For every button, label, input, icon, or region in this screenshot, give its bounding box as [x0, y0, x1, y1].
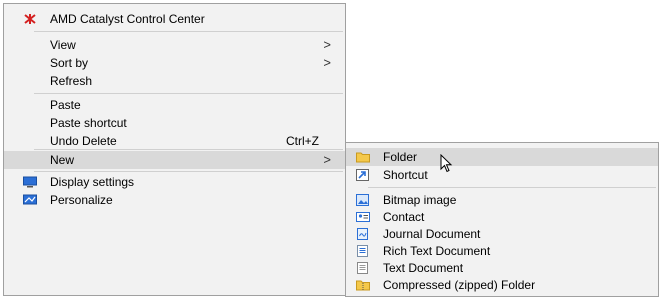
- menu-item-sort-by[interactable]: Sort by >: [4, 54, 345, 72]
- menu-separator: [34, 171, 343, 172]
- chevron-right-icon: >: [323, 55, 331, 70]
- menu-item-label: AMD Catalyst Control Center: [50, 12, 205, 26]
- menu-item-label: Rich Text Document: [383, 244, 491, 258]
- shortcut-arrow-icon: [356, 169, 369, 181]
- submenu-item-shortcut[interactable]: Shortcut: [346, 166, 658, 184]
- menu-item-paste-shortcut[interactable]: Paste shortcut: [4, 114, 345, 132]
- menu-item-label: New: [50, 153, 75, 167]
- submenu-item-journal[interactable]: Journal Document: [346, 225, 658, 243]
- personalize-icon: [23, 194, 37, 205]
- menu-item-label: Shortcut: [383, 168, 428, 182]
- desktop-context-menu: AMD Catalyst Control Center View > Sort …: [3, 3, 346, 296]
- menu-item-label: Contact: [383, 210, 425, 224]
- menu-separator: [34, 93, 343, 94]
- display-monitor-icon: [23, 176, 37, 188]
- folder-icon: [356, 152, 370, 163]
- bitmap-image-icon: [356, 194, 369, 206]
- menu-item-new[interactable]: New >: [4, 151, 345, 169]
- menu-item-label: Personalize: [50, 193, 113, 207]
- submenu-item-text-document[interactable]: Text Document: [346, 259, 658, 277]
- menu-item-view[interactable]: View >: [4, 36, 345, 54]
- zip-folder-icon: [356, 280, 370, 291]
- menu-item-label: Paste: [50, 98, 81, 112]
- menu-item-label: Text Document: [383, 261, 464, 275]
- mouse-pointer-icon: [440, 154, 453, 173]
- journal-document-icon: [357, 228, 368, 240]
- submenu-item-bitmap[interactable]: Bitmap image: [346, 191, 658, 209]
- menu-item-refresh[interactable]: Refresh: [4, 72, 345, 90]
- menu-item-amd-catalyst[interactable]: AMD Catalyst Control Center: [4, 10, 345, 28]
- submenu-item-rich-text[interactable]: Rich Text Document: [346, 242, 658, 260]
- submenu-item-compressed-folder[interactable]: Compressed (zipped) Folder: [346, 276, 658, 294]
- chevron-right-icon: >: [323, 152, 331, 167]
- menu-item-label: Compressed (zipped) Folder: [383, 278, 536, 292]
- text-document-icon: [357, 262, 368, 274]
- menu-item-label: Display settings: [50, 175, 135, 189]
- menu-separator: [34, 149, 343, 150]
- menu-item-label: Undo Delete: [50, 134, 117, 148]
- menu-item-label: Journal Document: [383, 227, 481, 241]
- menu-item-personalize[interactable]: Personalize: [4, 191, 345, 209]
- menu-item-paste[interactable]: Paste: [4, 96, 345, 114]
- menu-item-label: Refresh: [50, 74, 93, 88]
- submenu-item-folder[interactable]: Folder: [346, 148, 658, 166]
- menu-item-label: Sort by: [50, 56, 89, 70]
- new-submenu: Folder Shortcut Bitmap image Contact Jou…: [345, 142, 659, 297]
- menu-separator: [34, 31, 343, 32]
- menu-item-label: View: [50, 38, 76, 52]
- menu-item-label: Folder: [383, 150, 418, 164]
- menu-item-display-settings[interactable]: Display settings: [4, 173, 345, 191]
- menu-item-undo-delete[interactable]: Undo Delete Ctrl+Z: [4, 132, 345, 150]
- keyboard-shortcut: Ctrl+Z: [286, 134, 319, 148]
- amd-logo-icon: [24, 14, 36, 24]
- submenu-item-contact[interactable]: Contact: [346, 208, 658, 226]
- menu-item-label: Paste shortcut: [50, 116, 127, 130]
- chevron-right-icon: >: [323, 37, 331, 52]
- rich-text-document-icon: [357, 245, 368, 257]
- menu-separator: [368, 187, 656, 188]
- menu-item-label: Bitmap image: [383, 193, 457, 207]
- contact-card-icon: [356, 212, 370, 222]
